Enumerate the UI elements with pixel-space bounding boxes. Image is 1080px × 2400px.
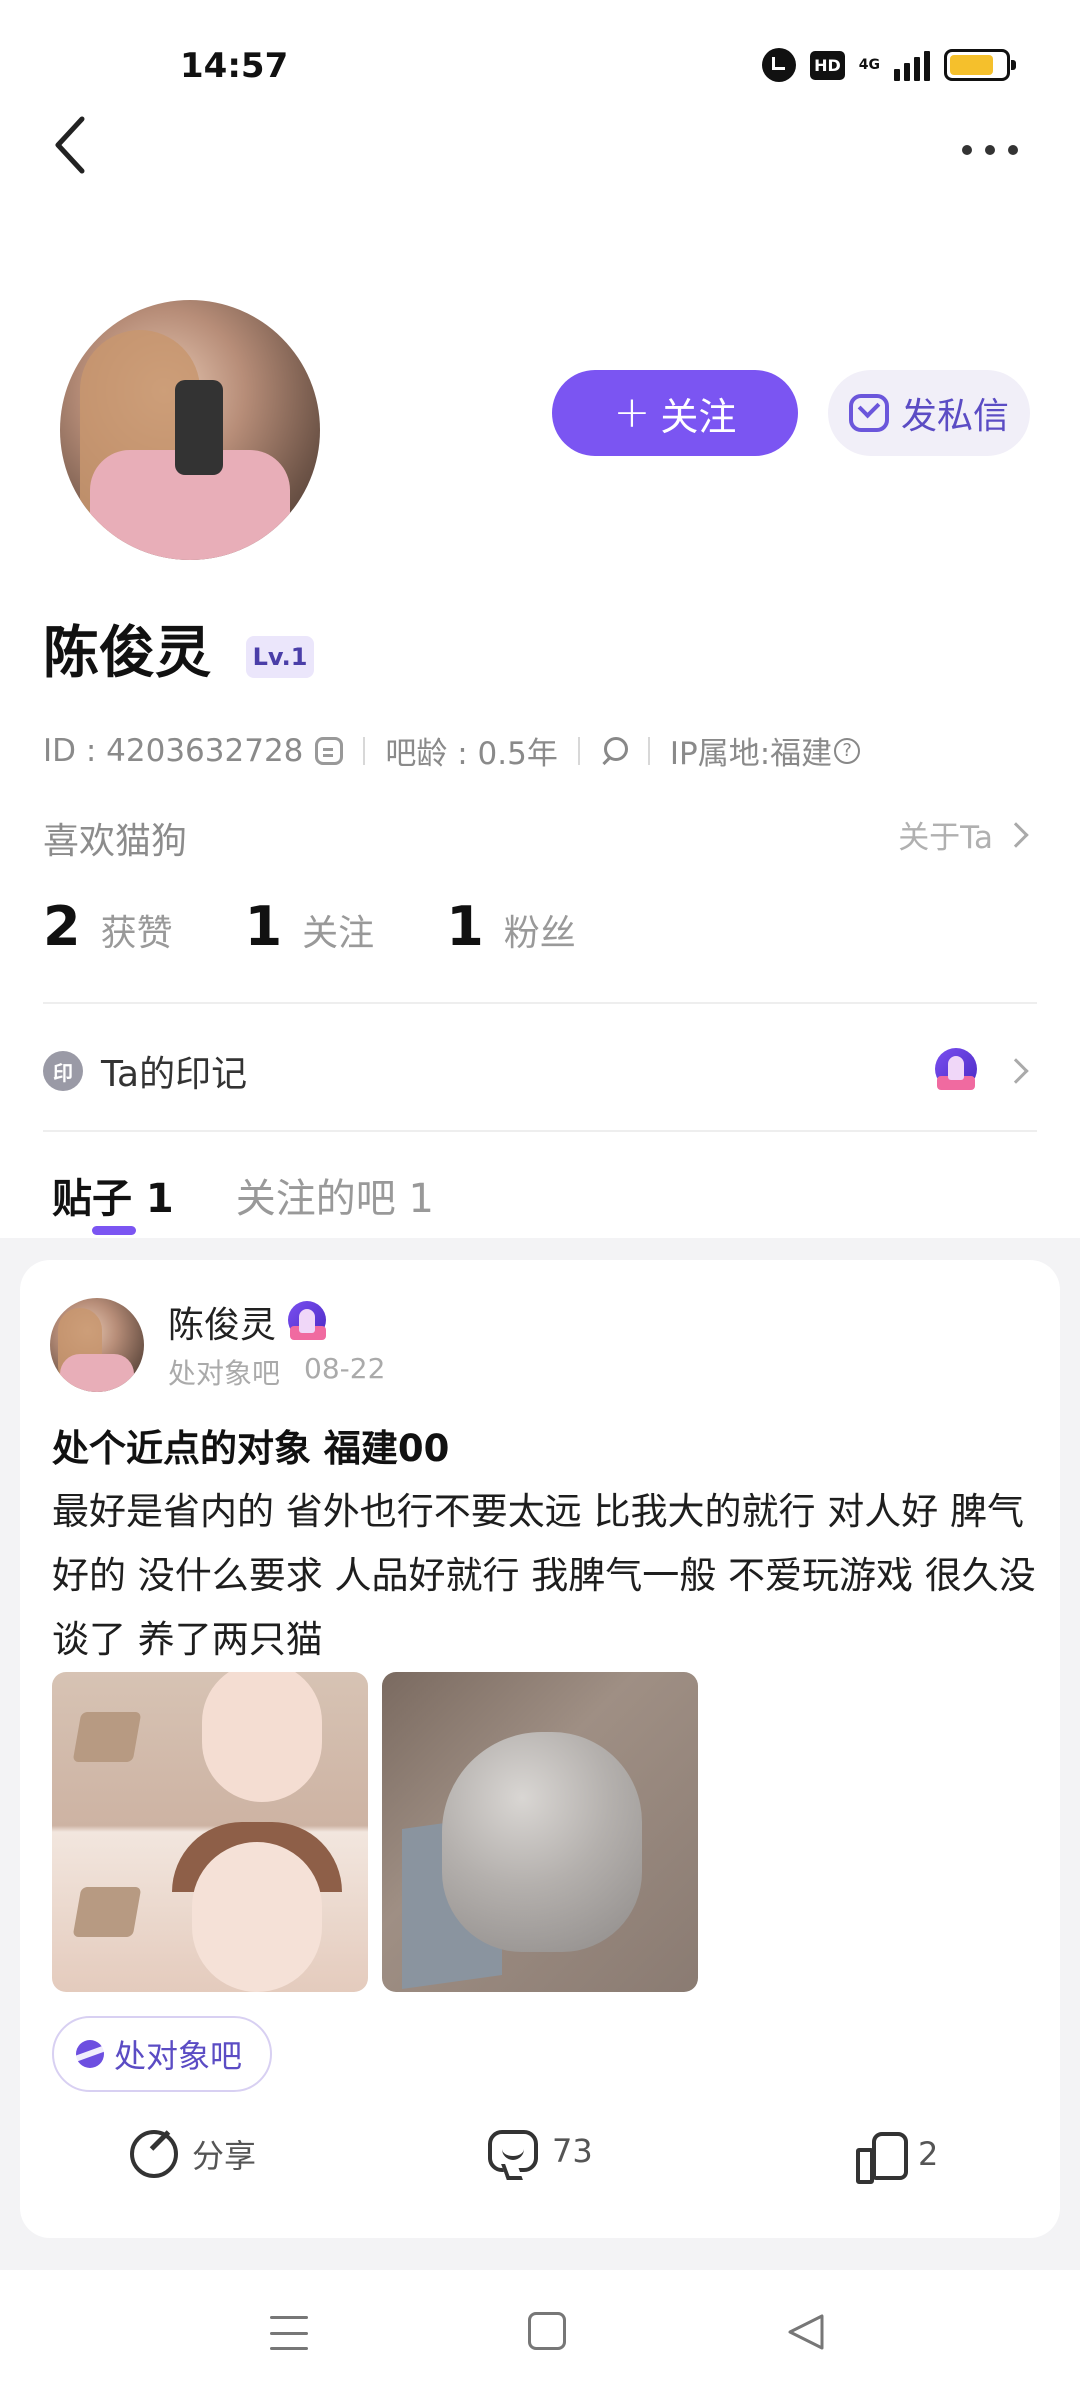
imprint-label: Ta的印记 [101,1054,248,1095]
tab-followed-bars[interactable]: 关注的吧 1 [236,1166,434,1224]
nav-back-button[interactable] [786,2312,826,2352]
battery-icon [944,49,1016,81]
profile-avatar[interactable] [60,300,320,560]
search-icon[interactable] [600,736,628,765]
share-icon [130,2130,178,2178]
hd-icon: HD [810,50,845,80]
nav-back-triangle-icon [788,2314,824,2350]
tab-active-indicator [92,1226,136,1235]
profile-stats: 2 获赞 1 关注 1 粉丝 [43,895,648,958]
profile-name: 陈俊灵 [43,621,211,686]
stat-value: 1 [244,895,283,958]
nav-home-button[interactable] [528,2312,566,2350]
more-dot [1008,145,1018,155]
status-bar: 14:57 HD 4G [0,0,1080,120]
stat-value: 1 [446,895,484,958]
post-image-cat[interactable] [382,1672,698,1992]
post-image-selfie[interactable] [52,1672,368,1992]
post-author[interactable]: 陈俊灵 [168,1296,358,1348]
profile-info-row: ID : 4203632728 吧龄 : 0.5年 IP属地:福建 ? [43,728,861,773]
nav-menu-button[interactable] [270,2316,308,2350]
mail-icon [848,394,889,432]
copy-icon[interactable] [315,736,344,765]
status-icons: HD 4G [762,48,1016,82]
tab-posts[interactable]: 贴子 1 [52,1166,174,1224]
imprint-row[interactable]: 印 Ta的印记 [43,1036,1029,1106]
forum-tag-label: 处对象吧 [114,2037,243,2075]
chevron-right-icon [1003,1058,1029,1084]
chevron-right-icon [1003,821,1029,848]
post-card[interactable]: 陈俊灵 处对象吧 08-22 处个近点的对象 福建00 最好是省内的 省外也行不… [20,1260,1060,2238]
message-label: 发私信 [900,396,1009,437]
profile-bio: 喜欢猫狗 [43,821,188,862]
about-label: 关于Ta [898,820,993,856]
user-id: ID : 4203632728 [43,732,304,769]
stat-following[interactable]: 1 关注 [245,895,375,958]
post-meta: 处对象吧 08-22 [168,1352,385,1392]
imprint-badge-icon [935,1048,977,1094]
share-label: 分享 [192,2137,257,2175]
thumbs-up-icon [856,2130,908,2184]
stat-label: 获赞 [100,913,173,954]
divider [363,736,366,765]
comment-count: 73 [552,2132,593,2170]
about-ta-link[interactable]: 关于Ta [898,812,1029,857]
section-divider [43,1130,1037,1132]
alarm-icon [762,48,797,82]
divider [577,736,580,765]
post-date: 08-22 [304,1352,386,1385]
stat-likes[interactable]: 2 获赞 [43,895,173,958]
more-dot [985,145,995,155]
stat-label: 关注 [302,913,375,954]
follow-button[interactable]: + 关注 [552,370,798,456]
system-nav-bar [0,2270,1080,2400]
help-icon[interactable]: ? [834,737,861,764]
stat-value: 2 [43,895,81,958]
section-divider [43,1002,1037,1004]
network-type-icon: 4G [858,57,880,73]
comment-icon [488,2130,538,2172]
bar-age: 吧龄 : 0.5年 [385,736,558,772]
post-forum[interactable]: 处对象吧 [168,1352,280,1392]
more-dot [962,145,972,155]
stat-label: 粉丝 [503,913,576,954]
ip-location: IP属地:福建 [669,736,833,772]
post-author-name: 陈俊灵 [168,1305,277,1346]
share-button[interactable]: 分享 [130,2130,256,2178]
avatar-phone [175,380,223,475]
planet-icon [76,2040,104,2068]
private-message-button[interactable]: 发私信 [828,370,1030,456]
post-body[interactable]: 最好是省内的 省外也行不要太远 比我大的就行 对人好 脾气好的 没什么要求 人品… [52,1480,1038,1672]
post-author-avatar[interactable] [50,1298,144,1392]
author-badge-icon [288,1301,328,1343]
profile-tabs: 贴子 1 关注的吧 1 [52,1166,434,1224]
status-time: 14:57 [180,46,289,86]
comment-button[interactable]: 73 [488,2130,593,2172]
level-badge: Lv.1 [246,636,314,678]
post-actions: 分享 73 2 [20,2130,1060,2210]
follow-label: 关注 [660,394,737,439]
like-button[interactable]: 2 [856,2130,939,2184]
back-button[interactable] [50,115,110,185]
divider [647,736,650,765]
post-title[interactable]: 处个近点的对象 福建00 [52,1418,449,1472]
back-chevron-icon [55,116,85,174]
more-options-button[interactable] [950,125,1030,175]
plus-icon: + [613,387,651,438]
signal-icon [894,49,930,81]
forum-tag-chip[interactable]: 处对象吧 [52,2016,273,2092]
like-count: 2 [918,2135,939,2173]
imprint-icon: 印 [43,1051,83,1091]
stat-fans[interactable]: 1 粉丝 [446,895,576,958]
